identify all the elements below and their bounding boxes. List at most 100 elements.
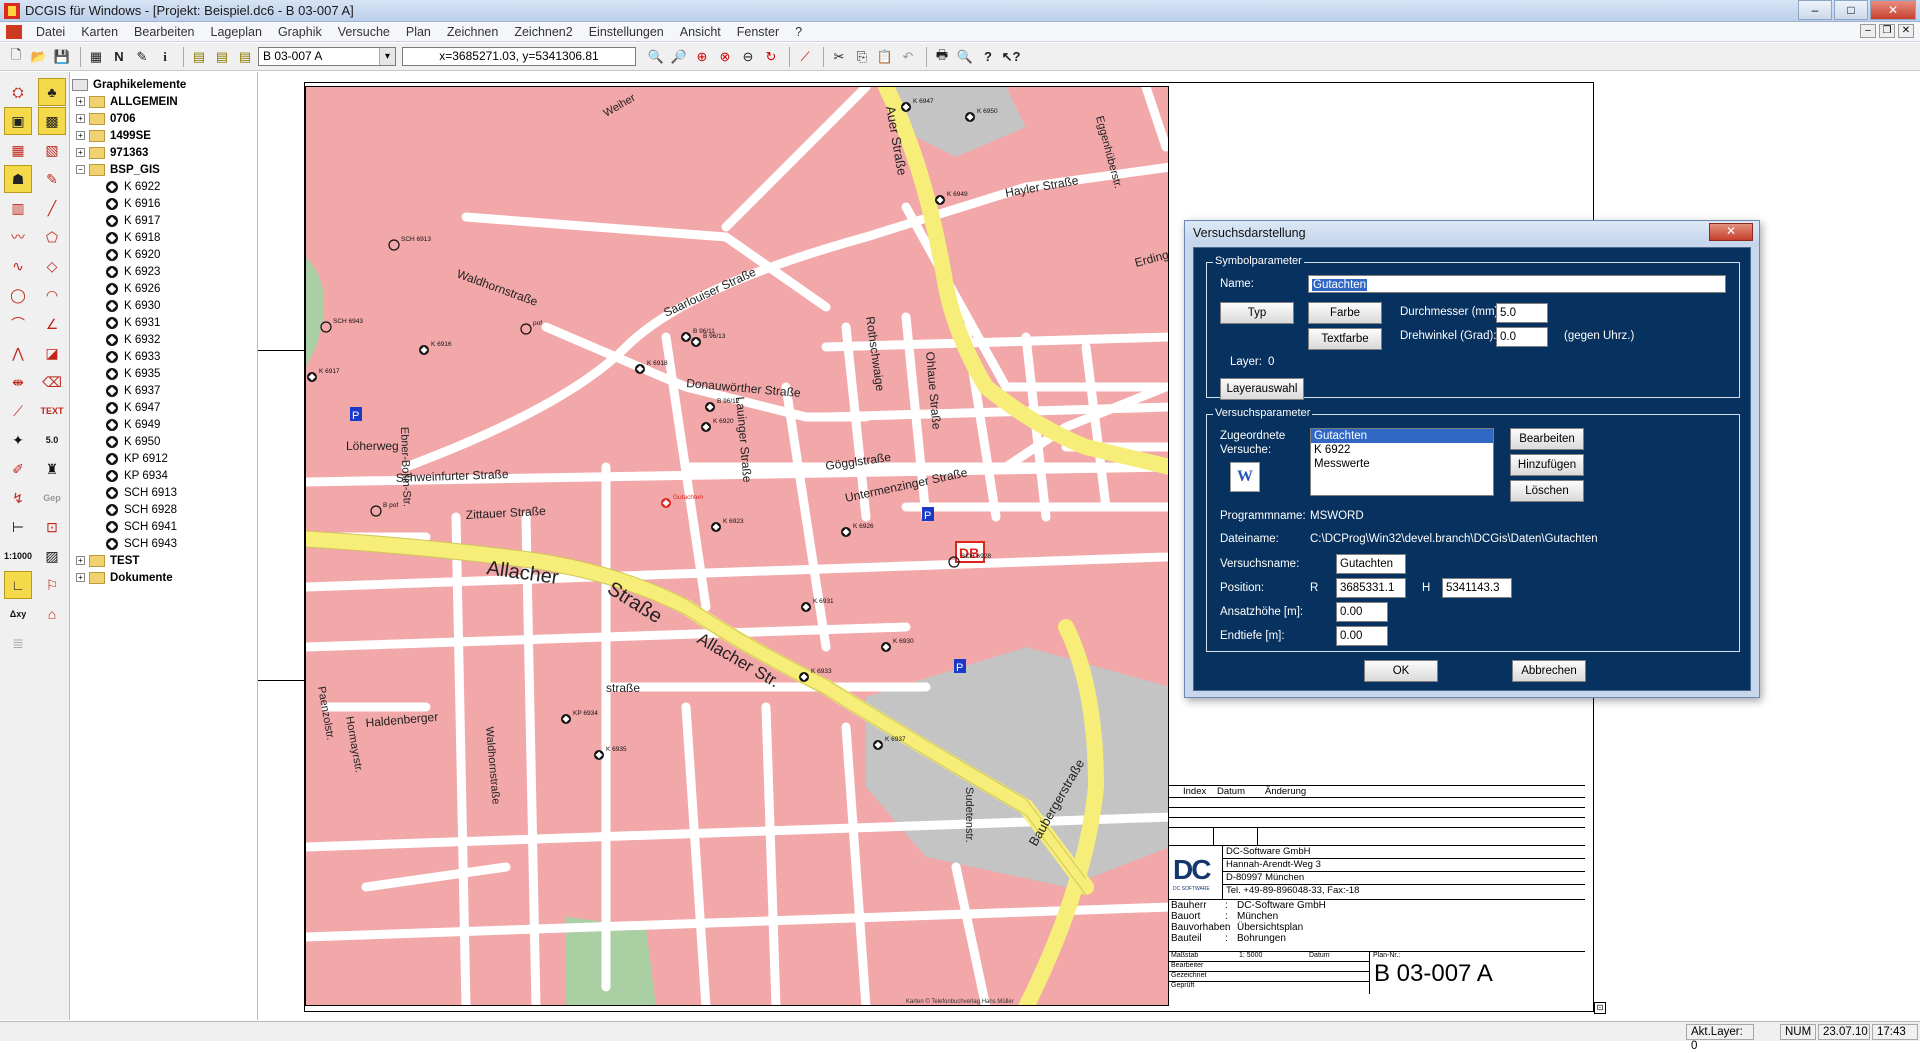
zoom-out-icon[interactable]: 🔎	[669, 47, 689, 67]
ok-button[interactable]: OK	[1364, 660, 1438, 682]
menu-versuche[interactable]: Versuche	[330, 25, 398, 39]
plan-tool-icon[interactable]: ▦	[4, 136, 32, 164]
set-tool-icon[interactable]: ▥	[4, 194, 32, 222]
tree-folder[interactable]: +0706	[70, 110, 257, 127]
zoom-window-icon[interactable]: ⊕	[692, 47, 712, 67]
tree-item[interactable]: K 6937	[70, 382, 257, 399]
loeschen-button[interactable]: Löschen	[1510, 480, 1584, 502]
abbrechen-button[interactable]: Abbrechen	[1512, 660, 1586, 682]
flag-tool-icon[interactable]: ◪	[38, 339, 66, 367]
minimize-button[interactable]: –	[1798, 0, 1832, 20]
versuchsname-input[interactable]: Gutachten	[1336, 554, 1406, 574]
durchmesser-input[interactable]: 5.0	[1496, 303, 1548, 323]
arc-tool-icon[interactable]: ◠	[38, 281, 66, 309]
dialog-close-button[interactable]: ✕	[1709, 223, 1753, 241]
tree-item[interactable]: KP 6934	[70, 467, 257, 484]
zoom-in-icon[interactable]: 🔍	[646, 47, 666, 67]
expand-icon[interactable]: +	[76, 131, 85, 140]
pin-tool-icon[interactable]: ⊢	[4, 513, 32, 541]
house-tool-icon[interactable]: ⌂	[38, 600, 66, 628]
arc2-tool-icon[interactable]: ⌒	[4, 310, 32, 338]
polyline-tool-icon[interactable]: 〰	[4, 223, 32, 251]
grid-icon-1[interactable]: ▤	[189, 47, 209, 67]
measure-icon[interactable]: ⟋	[795, 47, 815, 67]
layer-tool-icon[interactable]: ▣	[4, 107, 32, 135]
tree-item[interactable]: K 6935	[70, 365, 257, 382]
bucket-tool-icon[interactable]: ♣	[38, 78, 66, 106]
tree-folder[interactable]: + Dokumente	[70, 569, 257, 586]
tree-item[interactable]: K 6933	[70, 348, 257, 365]
tree-folder[interactable]: + TEST	[70, 552, 257, 569]
tree-item[interactable]: K 6918	[70, 229, 257, 246]
diamond-tool-icon[interactable]: ◇	[38, 252, 66, 280]
save-icon[interactable]: 💾	[52, 47, 72, 67]
polygon-tool-icon[interactable]: ⬠	[38, 223, 66, 251]
redraw-icon[interactable]: ↻	[761, 47, 781, 67]
triangle-tool-icon[interactable]: ⋀	[4, 339, 32, 367]
bomb-tool-icon[interactable]: ✦	[4, 426, 32, 454]
grid-icon-3[interactable]: ▤	[235, 47, 255, 67]
drehwinkel-input[interactable]: 0.0	[1496, 327, 1548, 347]
bearbeiten-button[interactable]: Bearbeiten	[1510, 428, 1584, 450]
menu-ansicht[interactable]: Ansicht	[672, 25, 729, 39]
north-icon[interactable]: N	[109, 47, 129, 67]
open-folder-icon[interactable]: 📂	[29, 47, 49, 67]
text-tool-icon[interactable]: TEXT	[38, 397, 66, 425]
draw-tool-icon[interactable]: ✐	[4, 455, 32, 483]
new-file-icon[interactable]: 🗋	[6, 47, 26, 67]
undo-icon[interactable]: ↶	[898, 47, 918, 67]
menu-zeichnen2[interactable]: Zeichnen2	[506, 25, 580, 39]
city-map[interactable]: Allacher Straße Allacher Str. Waldhornst…	[305, 86, 1169, 1006]
menu-einstellungen[interactable]: Einstellungen	[581, 25, 672, 39]
close-button[interactable]: ✕	[1870, 0, 1916, 20]
man-tool-icon[interactable]: ♜	[38, 455, 66, 483]
tree-folder[interactable]: +1499SE	[70, 127, 257, 144]
coord-tool-icon[interactable]: ∟	[4, 571, 32, 599]
menu-zeichnen[interactable]: Zeichnen	[439, 25, 506, 39]
versuche-list[interactable]: Gutachten K 6922 Messwerte	[1310, 428, 1494, 496]
position-h-input[interactable]: 5341143.3	[1442, 578, 1512, 598]
paste-icon[interactable]: 📋	[875, 47, 895, 67]
pen-red-tool-icon[interactable]: ✎	[38, 165, 66, 193]
tree-item[interactable]: K 6922	[70, 178, 257, 195]
mirror-tool-icon[interactable]: ⇼	[4, 368, 32, 396]
tree-item[interactable]: K 6923	[70, 263, 257, 280]
tree-item[interactable]: K 6950	[70, 433, 257, 450]
name-input[interactable]: Gutachten	[1308, 275, 1726, 293]
tree-item[interactable]: K 6931	[70, 314, 257, 331]
delta-xy-tool-icon[interactable]: Δxy	[4, 600, 32, 628]
copy-icon[interactable]: ⎘	[852, 47, 872, 67]
info-icon[interactable]: i	[155, 47, 175, 67]
print-icon[interactable]: 🖶	[932, 47, 952, 67]
hatch-tool-icon[interactable]: ▨	[38, 542, 66, 570]
signal-tool-icon[interactable]: ⚐	[38, 571, 66, 599]
document-icon[interactable]	[6, 24, 22, 39]
scale-tool-icon[interactable]: 1:1000	[4, 542, 32, 570]
menu-plan[interactable]: Plan	[398, 25, 439, 39]
tree-item[interactable]: SCH 6913	[70, 484, 257, 501]
endtiefe-input[interactable]: 0.00	[1336, 626, 1388, 646]
layerauswahl-button[interactable]: Layerauswahl	[1220, 378, 1304, 400]
tree-item[interactable]: KP 6912	[70, 450, 257, 467]
tree-item[interactable]: K 6947	[70, 399, 257, 416]
tree-item[interactable]: K 6916	[70, 195, 257, 212]
versuch-list-item[interactable]: Gutachten	[1311, 429, 1493, 443]
position-r-input[interactable]: 3685331.1	[1336, 578, 1406, 598]
stack-tool-icon[interactable]: ≣	[4, 629, 32, 657]
tree-item[interactable]: SCH 6928	[70, 501, 257, 518]
menu-help[interactable]: ?	[787, 25, 810, 39]
menu-graphik[interactable]: Graphik	[270, 25, 330, 39]
symbol-tool-icon[interactable]: ⛭	[4, 78, 32, 106]
tree-root[interactable]: Graphikelemente	[70, 76, 257, 93]
tree-item[interactable]: K 6917	[70, 212, 257, 229]
expand-icon[interactable]: +	[76, 148, 85, 157]
ansatzhoehe-input[interactable]: 0.00	[1336, 602, 1388, 622]
tree-item[interactable]: K 6932	[70, 331, 257, 348]
angle-tool-icon[interactable]: ∠	[38, 310, 66, 338]
mdi-minimize-button[interactable]: –	[1860, 24, 1876, 38]
tree-item[interactable]: K 6926	[70, 280, 257, 297]
tree-item[interactable]: K 6949	[70, 416, 257, 433]
menu-fenster[interactable]: Fenster	[729, 25, 787, 39]
mdi-restore-button[interactable]: ❐	[1879, 24, 1895, 38]
size-tool-icon[interactable]: 5.0	[38, 426, 66, 454]
